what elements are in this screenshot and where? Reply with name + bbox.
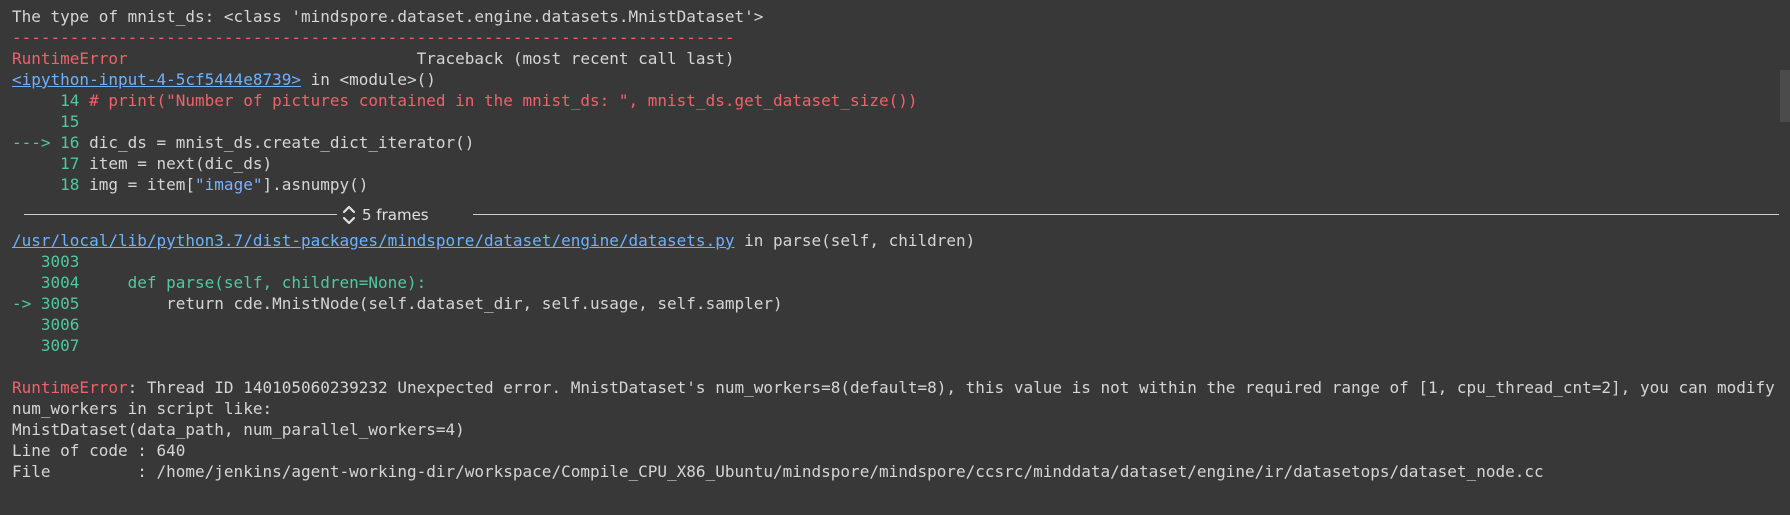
- frame1-location: in <module>(): [300, 70, 436, 89]
- code-line: 15: [12, 112, 90, 131]
- cell-output: The type of mnist_ds: <class 'mindspore.…: [12, 6, 1779, 482]
- code-line: 3006: [12, 315, 90, 334]
- frame2-link[interactable]: /usr/local/lib/python3.7/dist-packages/m…: [12, 231, 734, 250]
- frames-toggle-button[interactable]: 5 frames: [342, 202, 429, 228]
- code-line: 17 item = next(dic_ds): [12, 154, 273, 173]
- frame1-code: 14 # print("Number of pictures contained…: [12, 90, 1774, 195]
- code-line: 3007: [12, 336, 90, 355]
- frames-rule-right: [473, 214, 1779, 215]
- error-message: RuntimeError: Thread ID 140105060239232 …: [12, 378, 1775, 397]
- type-line: The type of mnist_ds: <class 'mindspore.…: [12, 7, 764, 26]
- frame1-header: <ipython-input-4-5cf5444e8739> in <modul…: [12, 69, 1774, 90]
- code-line: 14 # print("Number of pictures contained…: [12, 91, 918, 110]
- traceback-label: Traceback (most recent call last): [416, 49, 735, 68]
- chevron-up-down-icon: [342, 204, 356, 226]
- file-line: File : /home/jenkins/agent-working-dir/w…: [12, 462, 1544, 481]
- error-message-cont: num_workers in script like:: [12, 399, 273, 418]
- line-of-code: Line of code : 640: [12, 441, 186, 460]
- vertical-scrollbar[interactable]: [1780, 70, 1790, 122]
- frame2-header: /usr/local/lib/python3.7/dist-packages/m…: [12, 230, 1774, 251]
- code-line-current: -> 3005 return cde.MnistNode(self.datase…: [12, 294, 783, 313]
- hint-line: MnistDataset(data_path, num_parallel_wor…: [12, 420, 465, 439]
- frames-divider: 5 frames: [12, 199, 1779, 230]
- dash-separator: ----------------------------------------…: [12, 28, 735, 47]
- code-line: 3004 def parse(self, children=None):: [12, 273, 427, 292]
- code-line-current: ---> 16 dic_ds = mnist_ds.create_dict_it…: [12, 133, 475, 152]
- traceback-header: RuntimeError Traceback (most recent call…: [12, 48, 1774, 69]
- frames-rule-left: [24, 214, 337, 215]
- error-name: RuntimeError: [12, 378, 128, 397]
- frame1-link[interactable]: <ipython-input-4-5cf5444e8739>: [12, 70, 301, 89]
- frame2-code: 3003 3004 def parse(self, children=None)…: [12, 251, 1774, 356]
- code-line: 18 img = item["image"].asnumpy(): [12, 175, 369, 194]
- frame2-location: in parse(self, children): [734, 231, 976, 250]
- code-line: 3003: [12, 252, 90, 271]
- error-name: RuntimeError: [12, 49, 128, 68]
- frames-toggle-label: 5 frames: [362, 206, 429, 224]
